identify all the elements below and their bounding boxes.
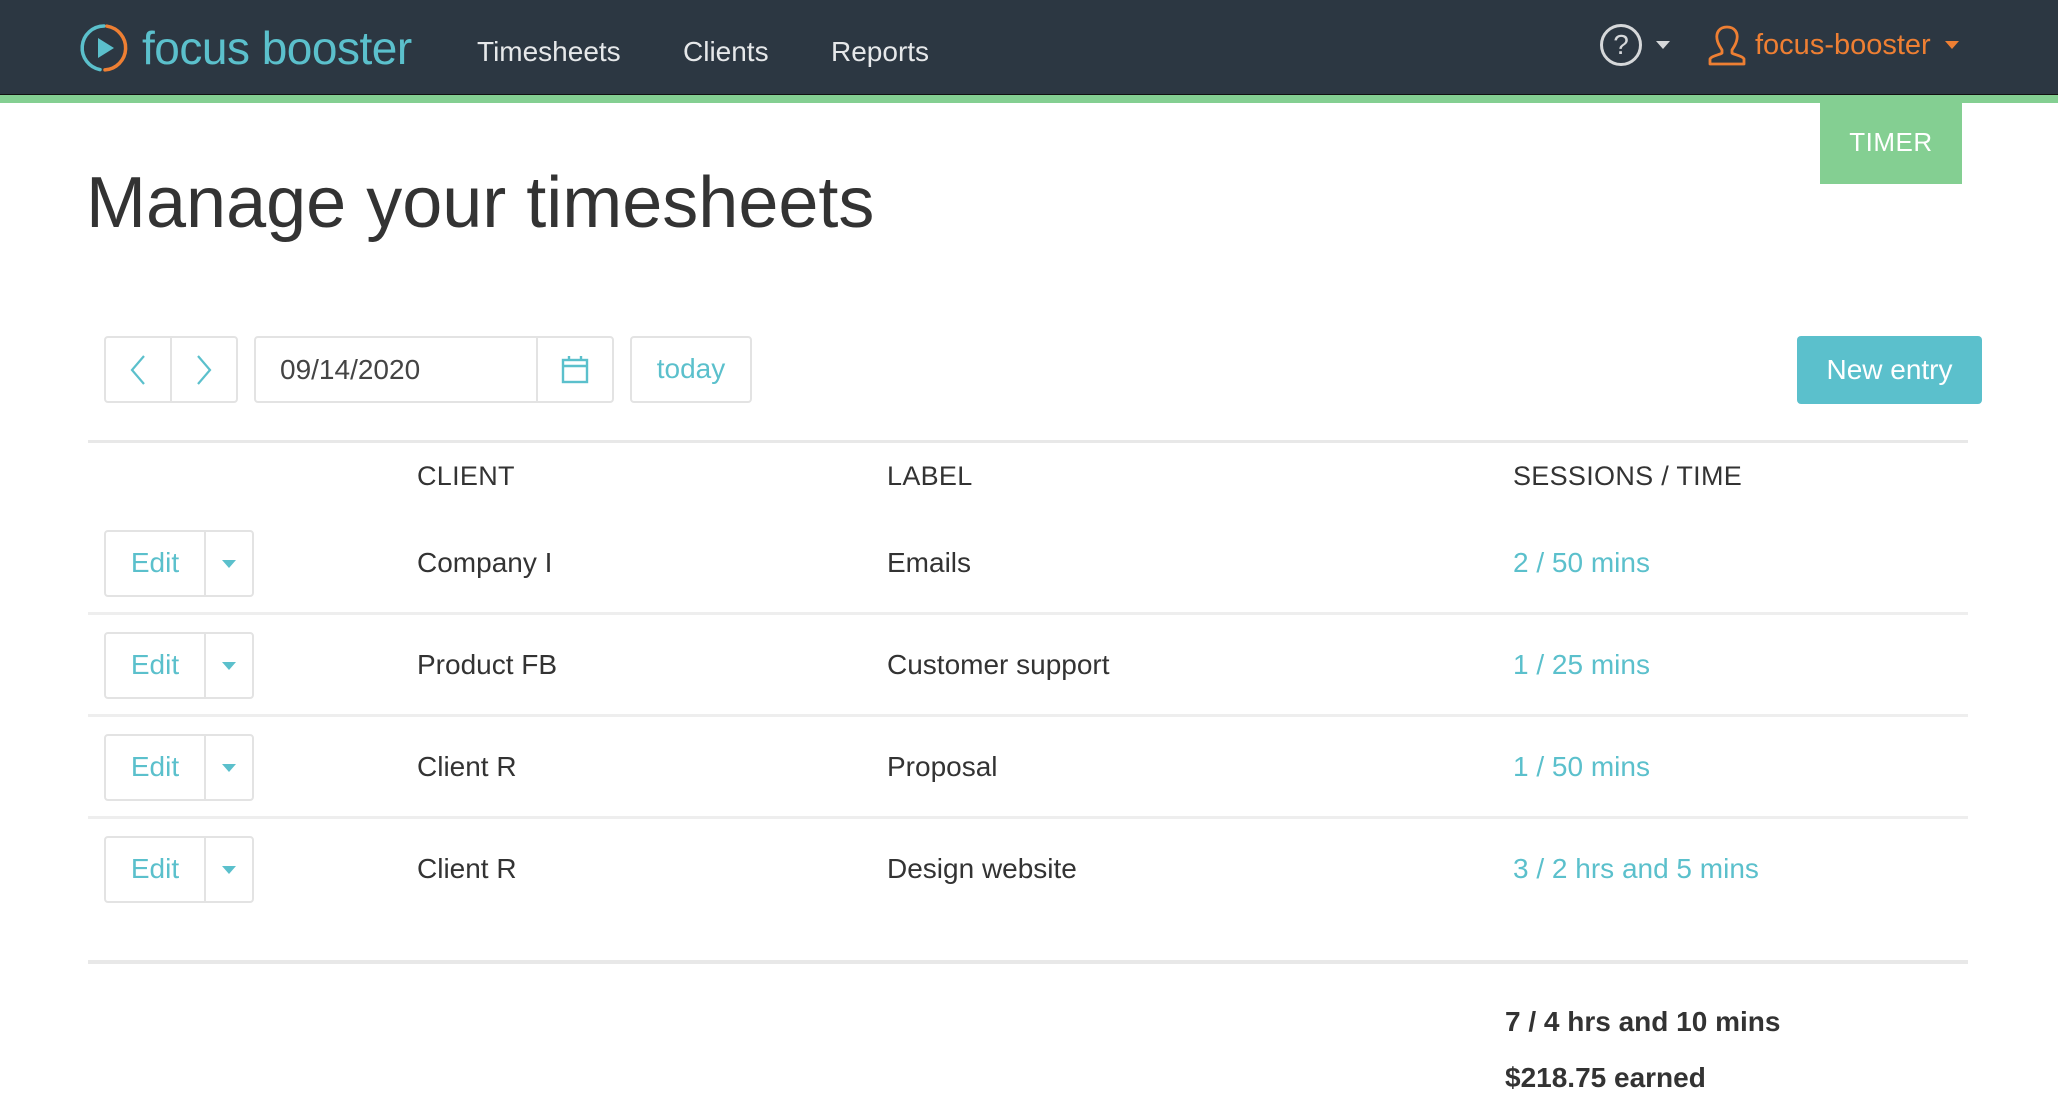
total-sessions-time: 7 / 4 hrs and 10 mins [1505, 1006, 1781, 1037]
chevron-right-icon [195, 354, 213, 386]
edit-button[interactable]: Edit [106, 838, 204, 901]
edit-button[interactable]: Edit [106, 736, 204, 799]
table-top-divider [88, 440, 1968, 443]
user-icon [1705, 23, 1749, 67]
cell-client: Product FB [417, 649, 558, 680]
edit-dropdown-toggle[interactable] [204, 634, 252, 697]
header-accent-strip [0, 95, 2058, 103]
cell-sessions-time[interactable]: 2 / 50 mins [1513, 512, 1650, 614]
caret-down-icon [222, 865, 236, 874]
edit-dropdown-toggle[interactable] [204, 838, 252, 901]
table-row: Edit Client R Proposal 1 / 50 mins [88, 716, 1968, 819]
cell-sessions-time[interactable]: 1 / 50 mins [1513, 716, 1650, 818]
new-entry-button[interactable]: New entry [1797, 336, 1982, 404]
table-row: Edit Client R Design website 3 / 2 hrs a… [88, 818, 1968, 920]
cell-client: Client R [417, 751, 517, 782]
edit-button-group: Edit [104, 632, 254, 699]
next-day-button[interactable] [170, 338, 236, 401]
table-row: Edit Company I Emails 2 / 50 mins [88, 512, 1968, 615]
cell-sessions-time[interactable]: 3 / 2 hrs and 5 mins [1513, 818, 1759, 920]
date-nav-buttons [104, 336, 238, 403]
date-input[interactable] [256, 338, 536, 401]
caret-down-icon [222, 559, 236, 568]
edit-button-group: Edit [104, 836, 254, 903]
nav-clients[interactable]: Clients [683, 32, 769, 72]
calendar-button[interactable] [536, 338, 612, 401]
cell-client: Client R [417, 853, 517, 884]
column-header-sessions-time: SESSIONS / TIME [1513, 461, 1743, 491]
prev-day-button[interactable] [106, 338, 170, 401]
caret-down-icon [222, 661, 236, 670]
caret-down-icon [222, 763, 236, 772]
cell-label: Design website [887, 853, 1077, 884]
table-bottom-divider [88, 960, 1968, 964]
cell-label: Emails [887, 547, 972, 578]
calendar-icon [560, 355, 590, 385]
column-header-label: LABEL [887, 461, 973, 491]
edit-dropdown-toggle[interactable] [204, 532, 252, 595]
edit-dropdown-toggle[interactable] [204, 736, 252, 799]
table-row: Edit Product FB Customer support 1 / 25 … [88, 614, 1968, 717]
brand-logo[interactable]: focus booster [78, 20, 412, 76]
total-earned: $218.75 earned [1505, 1062, 1706, 1093]
date-picker [254, 336, 614, 403]
caret-down-icon [1656, 41, 1670, 49]
cell-label: Customer support [887, 649, 1110, 680]
edit-button-group: Edit [104, 530, 254, 597]
chevron-left-icon [129, 354, 147, 386]
today-button[interactable]: today [630, 336, 752, 403]
question-circle-icon: ? [1600, 24, 1642, 66]
help-menu[interactable]: ? [1600, 22, 1670, 68]
edit-button[interactable]: Edit [106, 532, 204, 595]
cell-label: Proposal [887, 751, 998, 782]
edit-button[interactable]: Edit [106, 634, 204, 697]
brand-name: focus booster [142, 22, 412, 74]
timer-tab[interactable]: TIMER [1820, 103, 1962, 184]
username: focus-booster [1755, 29, 1931, 61]
nav-timesheets[interactable]: Timesheets [477, 32, 621, 72]
top-navigation-bar: focus booster Timesheets Clients Reports… [0, 0, 2058, 95]
cell-client: Company I [417, 547, 553, 578]
caret-down-icon [1944, 41, 1959, 49]
edit-button-group: Edit [104, 734, 254, 801]
column-header-client: CLIENT [417, 461, 515, 491]
play-circle-icon [78, 22, 130, 74]
nav-reports[interactable]: Reports [831, 32, 929, 72]
cell-sessions-time[interactable]: 1 / 25 mins [1513, 614, 1650, 716]
page-title: Manage your timesheets [86, 163, 875, 243]
user-menu[interactable]: focus-booster [1705, 20, 1959, 70]
